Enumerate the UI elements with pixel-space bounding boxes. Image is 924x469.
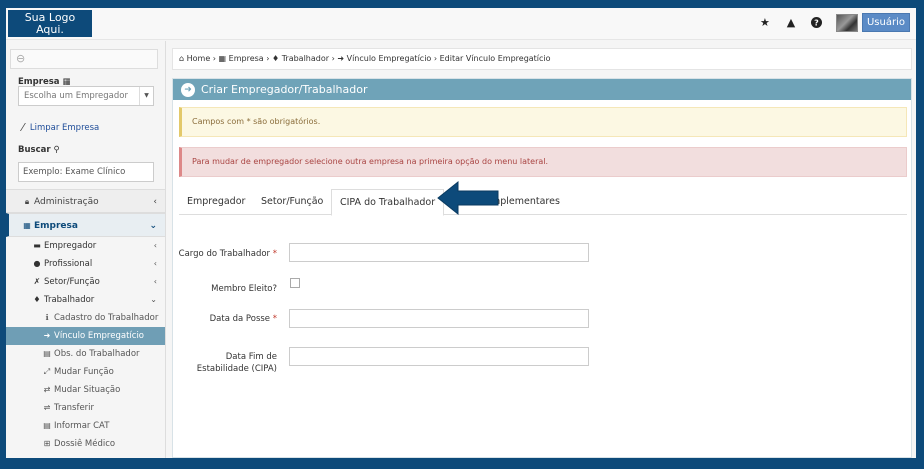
breadcrumb: ⌂ Home › ▦ Empresa › ♦ Trabalhador › ➜ V… [172, 48, 912, 70]
user-icon: ● [33, 259, 41, 268]
app-window: Sua Logo Aqui. ★ ▲ ? Usuário ⊖ Empresa ▦… [6, 8, 916, 458]
tab-cipa-trabalhador[interactable]: CIPA do Trabalhador [331, 189, 445, 216]
chevron-left-icon: ‹ [153, 277, 157, 286]
cargo-label: Cargo do Trabalhador * [178, 249, 277, 259]
tools-icon: ✗ [33, 277, 41, 286]
clear-empresa-button[interactable]: ⁄ Limpar Empresa [22, 121, 99, 134]
panel-title: Criar Empregador/Trabalhador [201, 83, 368, 96]
search-input[interactable]: Exemplo: Exame Clínico [18, 162, 154, 182]
annotation-arrow [437, 180, 499, 216]
menu-cadastro-trabalhador[interactable]: ℹ Cadastro do Trabalhador [6, 309, 165, 327]
tab-empregador[interactable]: Empregador [179, 189, 253, 215]
chevron-down-icon: ⌄ [149, 221, 157, 231]
file-icon: ▤ [43, 421, 51, 430]
breadcrumb-home[interactable]: Home [187, 54, 211, 63]
main-content: ⌂ Home › ▦ Empresa › ♦ Trabalhador › ➜ V… [167, 41, 916, 458]
chevron-down-icon: ▼ [139, 87, 153, 105]
menu-mudar-funcao[interactable]: ⤢ Mudar Função [6, 363, 165, 381]
logo[interactable]: Sua Logo Aqui. [8, 10, 92, 37]
data-posse-label: Data da Posse * [209, 314, 277, 324]
menu-profissional[interactable]: ● Profissional ‹ [6, 255, 165, 273]
sign-in-icon: ➜ [181, 82, 195, 97]
svg-text:?: ? [815, 19, 820, 28]
form-panel: ➜ Criar Empregador/Trabalhador Campos co… [172, 78, 912, 458]
menu-transferir[interactable]: ⇌ Transferir [6, 399, 165, 417]
data-fim-input[interactable] [289, 347, 589, 366]
collapse-sidebar-button[interactable]: ⊖ [10, 49, 158, 69]
breadcrumb-editar: Editar Vínculo Empregatício [439, 54, 551, 63]
breadcrumb-vinculo[interactable]: Vínculo Empregatício [347, 54, 432, 63]
menu-mudar-situacao[interactable]: ⇄ Mudar Situação [6, 381, 165, 399]
building-icon: ▦ [218, 54, 227, 63]
tab-bar: Empregador Setor/Função CIPA do Trabalha… [179, 189, 907, 216]
menu-trabalhador[interactable]: ♦ Trabalhador ⌄ [6, 291, 165, 309]
data-posse-input[interactable] [289, 309, 589, 328]
membro-eleito-label: Membro Eleito? [211, 284, 277, 294]
menu-dossie-medico[interactable]: ⊞ Dossiê Médico [6, 435, 165, 453]
menu-setor-funcao[interactable]: ✗ Setor/Função ‹ [6, 273, 165, 291]
cargo-input[interactable] [289, 243, 589, 262]
avatar[interactable] [835, 13, 858, 32]
panel-header: ➜ Criar Empregador/Trabalhador [173, 79, 911, 100]
file-icon: ▤ [43, 349, 51, 358]
plus-square-icon: ⊞ [43, 439, 51, 448]
sign-in-icon: ➜ [43, 331, 51, 340]
menu-informar-cat[interactable]: ▤ Informar CAT [6, 417, 165, 435]
sign-in-icon: ➜ [337, 54, 345, 63]
chevron-left-icon: ‹ [153, 241, 157, 250]
transfer-icon: ⇌ [43, 403, 51, 412]
logo-line-2: Aqui. [36, 23, 64, 36]
menu-empresa[interactable]: ▦ Empresa ⌄ [6, 213, 165, 237]
help-icon[interactable]: ? [810, 16, 824, 30]
home-icon: ⌂ [179, 54, 185, 63]
worker-icon: ♦ [33, 295, 41, 304]
chevron-left-icon: ‹ [153, 197, 157, 207]
chevron-down-icon: ⌄ [150, 295, 157, 304]
tab-setor-funcao[interactable]: Setor/Função [253, 189, 331, 215]
expand-icon: ⤢ [43, 367, 51, 376]
warning-icon[interactable]: ▲ [784, 16, 798, 30]
breadcrumb-empresa[interactable]: Empresa [229, 54, 264, 63]
membro-eleito-checkbox[interactable] [290, 278, 300, 288]
side-menu: 🔒︎ Administração ‹ ▦ Empresa ⌄ ▬ Empregador… [6, 189, 165, 453]
menu-administracao[interactable]: 🔒︎ Administração ‹ [6, 189, 165, 213]
worker-icon: ♦ [271, 54, 280, 63]
top-bar: Sua Logo Aqui. ★ ▲ ? Usuário [6, 8, 916, 40]
eraser-icon: ⁄ [22, 121, 24, 134]
breadcrumb-trabalhador[interactable]: Trabalhador [282, 54, 329, 63]
lock-icon: 🔒︎ [24, 197, 30, 206]
user-button[interactable]: Usuário [861, 13, 910, 32]
shuffle-icon: ⇄ [43, 385, 51, 394]
data-fim-label: Data Fim de Estabilidade (CIPA) [196, 352, 277, 374]
menu-empregador[interactable]: ▬ Empregador ‹ [6, 237, 165, 255]
chevron-left-icon: ‹ [153, 259, 157, 268]
info-icon: ℹ [45, 313, 49, 322]
building-icon: ▦ [23, 221, 31, 230]
change-employer-alert: Para mudar de empregador selecione outra… [179, 147, 907, 177]
search-icon: ⚲ [53, 145, 60, 155]
star-icon[interactable]: ★ [758, 16, 772, 30]
menu-obs-trabalhador[interactable]: ▤ Obs. do Trabalhador [6, 345, 165, 363]
required-fields-alert: Campos com * são obrigatórios. [179, 107, 907, 137]
top-icons: ★ ▲ ? Usuário [758, 13, 910, 32]
menu-vinculo-empregaticio[interactable]: ➜ Vínculo Empregatício [6, 327, 165, 345]
briefcase-icon: ▬ [33, 241, 41, 250]
search-label: Buscar ⚲ [18, 145, 60, 155]
sidebar: ⊖ Empresa ▦ Escolha um Empregador ▼ ⁄ Li… [6, 41, 166, 458]
empresa-select[interactable]: Escolha um Empregador ▼ [18, 86, 154, 106]
